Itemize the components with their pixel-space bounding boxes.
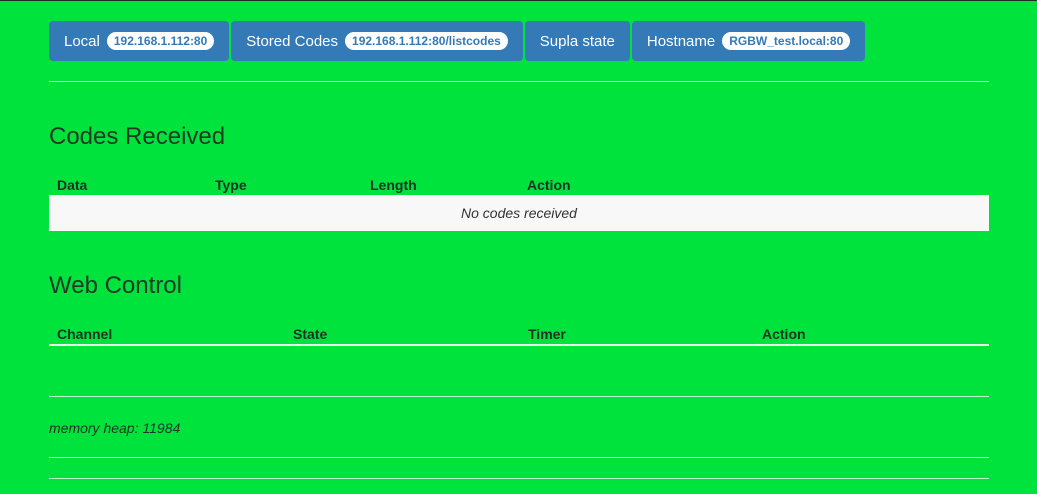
local-address-badge: 192.168.1.112:80 <box>106 32 215 50</box>
supla-state-button-label: Supla state <box>539 32 615 50</box>
stored-codes-url-badge: 192.168.1.112:80/listcodes <box>345 32 508 50</box>
hostname-button[interactable]: Hostname RGBW_test.local:80 <box>631 21 866 61</box>
stored-codes-button[interactable]: Stored Codes 192.168.1.112:80/listcodes <box>231 21 523 61</box>
supla-state-button[interactable]: Supla state <box>524 21 630 61</box>
web-control-header-border <box>49 344 989 346</box>
divider <box>49 81 989 82</box>
codes-empty-text: No codes received <box>461 205 577 221</box>
web-control-heading: Web Control <box>49 272 182 299</box>
hostname-badge: RGBW_test.local:80 <box>722 32 851 50</box>
stored-codes-button-label: Stored Codes <box>246 32 339 50</box>
divider <box>49 457 989 458</box>
hostname-button-label: Hostname <box>646 32 716 50</box>
top-border <box>0 0 1037 1</box>
codes-received-heading: Codes Received <box>49 123 226 150</box>
divider <box>49 396 989 397</box>
memory-heap-text: memory heap: 11984 <box>49 420 181 436</box>
divider <box>49 478 989 479</box>
main-container: Local 192.168.1.112:80 Stored Codes 192.… <box>49 21 989 479</box>
nav-button-row: Local 192.168.1.112:80 Stored Codes 192.… <box>49 21 989 61</box>
codes-col-length: Length <box>370 177 417 193</box>
web-col-timer: Timer <box>528 326 566 342</box>
web-col-state: State <box>293 326 328 342</box>
codes-col-data: Data <box>57 177 88 193</box>
codes-col-type: Type <box>215 177 247 193</box>
web-col-action: Action <box>762 326 806 342</box>
local-button[interactable]: Local 192.168.1.112:80 <box>49 21 230 61</box>
codes-empty-row: No codes received <box>49 195 989 231</box>
local-button-label: Local <box>64 32 100 50</box>
web-col-channel: Channel <box>57 326 113 342</box>
codes-col-action: Action <box>527 177 571 193</box>
